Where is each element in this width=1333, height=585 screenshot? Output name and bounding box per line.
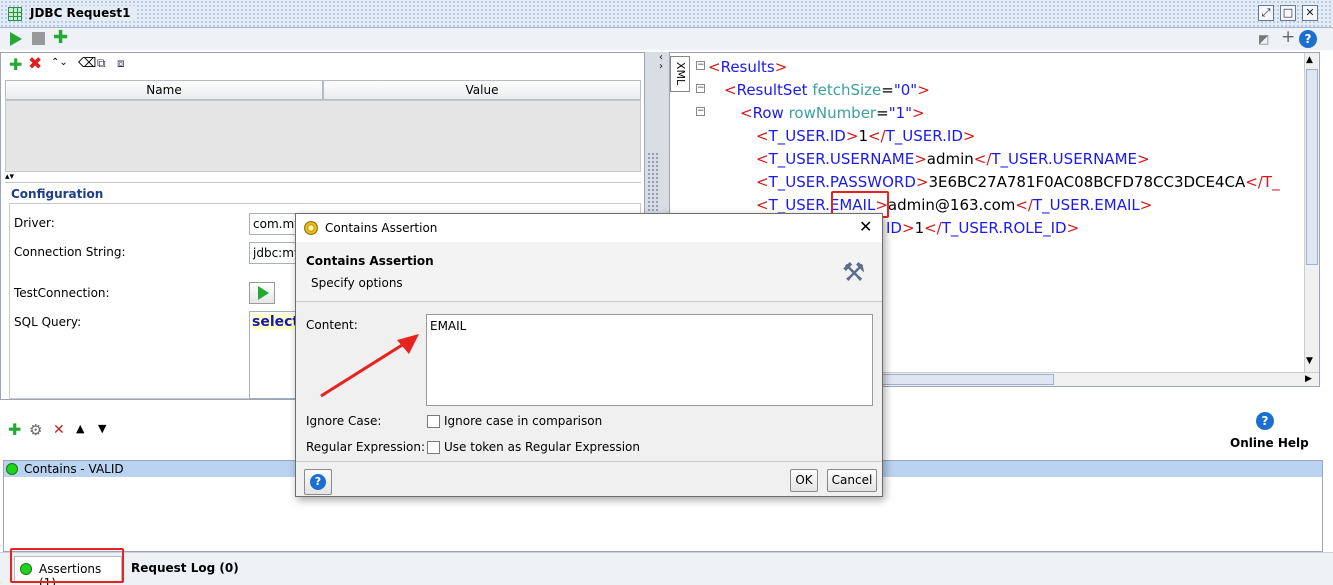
- ok-button[interactable]: OK: [790, 469, 818, 492]
- dialog-help-button[interactable]: ?: [304, 469, 332, 495]
- ignore-case-label: Ignore Case:: [306, 414, 382, 428]
- sql-query-label: SQL Query:: [14, 315, 82, 329]
- annotation-arrow: [320, 334, 419, 398]
- splitter-arrows-icon[interactable]: ‹ ›: [659, 53, 663, 72]
- test-connection-label: TestConnection:: [14, 286, 110, 300]
- stop-icon[interactable]: [32, 32, 45, 45]
- assertions-annotation-box: [10, 548, 124, 583]
- driver-label: Driver:: [14, 216, 55, 230]
- vertical-scrollbar[interactable]: ▲ ▼: [1304, 53, 1319, 373]
- paste-icon[interactable]: ⧈: [117, 56, 125, 71]
- configuration-title: Configuration: [11, 187, 104, 201]
- remove-assertion-icon[interactable]: ✕: [53, 422, 65, 438]
- content-field-text: EMAIL: [430, 319, 467, 333]
- valid-status-icon: [6, 463, 18, 475]
- dialog-title-bar: Contains Assertion ✕: [296, 214, 882, 242]
- help-icon[interactable]: ?: [1299, 30, 1317, 48]
- window-title: JDBC Request1: [30, 6, 137, 20]
- maximize-icon[interactable]: □: [1280, 5, 1296, 21]
- copy-icon[interactable]: ⧉: [97, 56, 106, 71]
- run-icon: [258, 286, 269, 300]
- clear-icon[interactable]: ◩: [1258, 32, 1272, 46]
- add-icon[interactable]: ✚: [53, 29, 68, 47]
- sql-query-text: select: [252, 314, 300, 330]
- dialog-header: Contains Assertion Specify options ⚒: [296, 242, 882, 302]
- add-assertion-icon[interactable]: ✚: [8, 422, 21, 438]
- add-icon[interactable]: +: [1281, 27, 1295, 47]
- regex-checkbox[interactable]: [427, 441, 440, 454]
- connection-string-label: Connection String:: [14, 245, 126, 259]
- move-down-icon[interactable]: ▼: [98, 422, 106, 435]
- configure-assertion-icon[interactable]: ⚙: [29, 421, 42, 439]
- scroll-down-icon[interactable]: ▼: [1306, 356, 1313, 366]
- eraser-icon[interactable]: ⌫: [78, 56, 96, 71]
- test-connection-button[interactable]: [249, 282, 275, 304]
- content-field[interactable]: EMAIL: [426, 314, 873, 406]
- ignore-case-option[interactable]: Ignore case in comparison: [444, 414, 602, 428]
- jdbc-request-icon: [8, 7, 22, 21]
- collapse-icon[interactable]: −: [696, 61, 705, 70]
- add-param-icon[interactable]: ✚: [9, 57, 22, 73]
- online-help-icon[interactable]: ?: [1256, 412, 1274, 430]
- xml-line-id: <T_USER.ID>1</T_USER.ID>: [756, 127, 976, 145]
- collapse-icon[interactable]: −: [696, 107, 705, 116]
- move-up-down-icon[interactable]: ⌃⌄: [51, 57, 68, 68]
- collapse-icon[interactable]: −: [696, 84, 705, 93]
- regex-option[interactable]: Use token as Regular Expression: [444, 440, 640, 454]
- xml-line-password: <T_USER.PASSWORD>3E6BC27A781F0AC08BCFD78…: [756, 173, 1280, 191]
- horizontal-scroll-thumb[interactable]: [854, 374, 1054, 385]
- collapse-toggle-icon[interactable]: ▴▾: [5, 172, 14, 182]
- ignore-case-checkbox[interactable]: [427, 415, 440, 428]
- vertical-scroll-thumb[interactable]: [1306, 69, 1318, 265]
- close-icon[interactable]: ✕: [859, 217, 872, 236]
- move-up-icon[interactable]: ▲: [76, 422, 84, 435]
- xml-line-email: <T_USER.EMAIL>admin@163.com</T_USER.EMAI…: [756, 196, 1153, 214]
- params-table-body[interactable]: [5, 100, 641, 172]
- scroll-up-icon[interactable]: ▲: [1306, 55, 1313, 65]
- bottom-tab-bar: Assertions (1) Request Log (0): [0, 552, 1333, 585]
- delete-param-icon[interactable]: ✖: [28, 56, 42, 73]
- xml-line-username: <T_USER.USERNAME>admin</T_USER.USERNAME>: [756, 150, 1150, 168]
- xml-line-role-id: ID>1</T_USER.ROLE_ID>: [886, 219, 1080, 237]
- xml-line-resultset: <ResultSet fetchSize="0">: [724, 81, 930, 99]
- column-header-name[interactable]: Name: [5, 80, 323, 100]
- dialog-title: Contains Assertion: [325, 221, 438, 235]
- dialog-header-subtitle: Specify options: [311, 276, 403, 290]
- restore-icon[interactable]: ⤢: [1258, 5, 1274, 21]
- online-help-label[interactable]: Online Help: [1230, 436, 1309, 450]
- main-toolbar: ✚ ◩ + ?: [0, 27, 1333, 50]
- window-title-bar: JDBC Request1 ⤢ □ ✕: [0, 0, 1333, 28]
- xml-line-row: <Row rowNumber="1">: [740, 104, 925, 122]
- tab-request-log[interactable]: Request Log (0): [131, 561, 239, 575]
- soapui-logo-icon: [304, 221, 318, 235]
- regex-label: Regular Expression:: [306, 440, 426, 454]
- cancel-button[interactable]: Cancel: [827, 469, 877, 492]
- divider: [5, 182, 641, 183]
- close-icon[interactable]: ✕: [1302, 5, 1318, 21]
- tools-icon: ⚒: [842, 258, 866, 288]
- xml-line-results: <Results>: [708, 58, 788, 76]
- dialog-footer-divider: [296, 461, 882, 462]
- run-icon[interactable]: [10, 32, 22, 46]
- scroll-right-icon[interactable]: ▶: [1305, 374, 1312, 384]
- assertion-row-label: Contains - VALID: [24, 462, 124, 476]
- xml-view-tab[interactable]: XML: [670, 56, 690, 92]
- help-icon: ?: [310, 474, 326, 490]
- column-header-value[interactable]: Value: [323, 80, 641, 100]
- dialog-header-title: Contains Assertion: [306, 254, 434, 268]
